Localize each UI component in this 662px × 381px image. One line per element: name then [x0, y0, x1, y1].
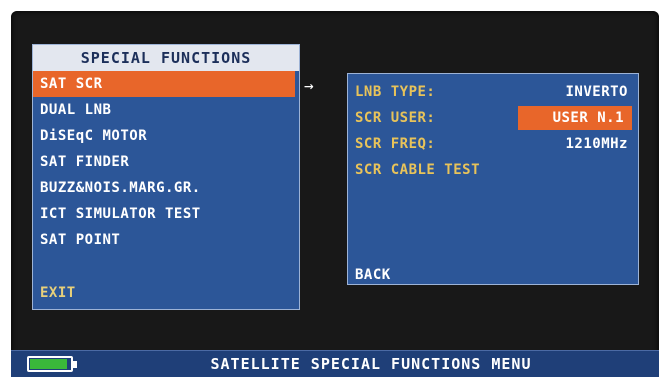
scr-freq-row[interactable]: SCR FREQ: 1210MHz [355, 132, 632, 156]
lnb-type-label: LNB TYPE: [355, 84, 436, 100]
special-functions-menu: SPECIAL FUNCTIONS SAT SCR DUAL LNB DiSEq… [32, 44, 300, 310]
battery-level-fill [30, 359, 67, 369]
right-arrow-icon: → [304, 76, 314, 95]
back-button[interactable]: BACK [355, 267, 391, 283]
menu-item-sat-finder[interactable]: SAT FINDER [33, 149, 299, 175]
sat-scr-submenu: LNB TYPE: INVERTO SCR USER: USER N.1 SCR… [347, 73, 639, 285]
scr-freq-label: SCR FREQ: [355, 136, 436, 152]
menu-item-sat-point[interactable]: SAT POINT [33, 227, 299, 253]
scr-user-row[interactable]: SCR USER: USER N.1 [355, 106, 632, 130]
scr-user-value[interactable]: USER N.1 [518, 106, 632, 130]
battery-icon [27, 356, 73, 372]
menu-item-diseqc-motor[interactable]: DiSEqC MOTOR [33, 123, 299, 149]
lnb-type-row[interactable]: LNB TYPE: INVERTO [355, 80, 632, 104]
scr-user-label: SCR USER: [355, 110, 436, 126]
menu-item-ict-simulator-test[interactable]: ICT SIMULATOR TEST [33, 201, 299, 227]
menu-item-buzz-noise-margin[interactable]: BUZZ&NOIS.MARG.GR. [33, 175, 299, 201]
status-title: SATELLITE SPECIAL FUNCTIONS MENU [210, 355, 532, 373]
menu-title: SPECIAL FUNCTIONS [33, 45, 299, 71]
lnb-type-value: INVERTO [565, 84, 628, 100]
status-bar: SATELLITE SPECIAL FUNCTIONS MENU [11, 350, 659, 377]
scr-cable-test-label: SCR CABLE TEST [355, 162, 481, 178]
menu-list: SAT SCR DUAL LNB DiSEqC MOTOR SAT FINDER… [33, 71, 299, 253]
scr-cable-test-row[interactable]: SCR CABLE TEST [355, 158, 632, 182]
battery-tip [73, 361, 77, 368]
menu-item-sat-scr[interactable]: SAT SCR [33, 71, 295, 97]
exit-button[interactable]: EXIT [40, 285, 76, 301]
instrument-screen: SPECIAL FUNCTIONS SAT SCR DUAL LNB DiSEq… [11, 11, 659, 377]
menu-item-dual-lnb[interactable]: DUAL LNB [33, 97, 299, 123]
scr-freq-value: 1210MHz [565, 136, 628, 152]
